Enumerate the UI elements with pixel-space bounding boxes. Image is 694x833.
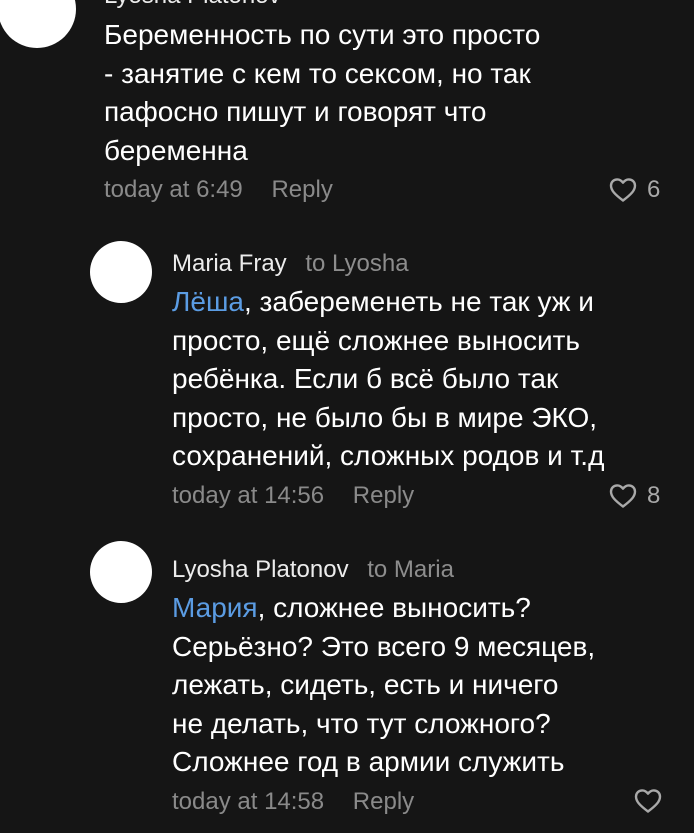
heart-outline-icon <box>609 483 637 509</box>
like-button[interactable]: 8 <box>609 482 660 510</box>
heart-outline-icon <box>634 788 662 814</box>
comment-text: Мария, сложнее выносить? Серьёзно? Это в… <box>172 589 595 782</box>
comment-author[interactable]: Lyosha Platonov <box>104 0 281 10</box>
comment-author[interactable]: Maria Fray <box>172 250 287 277</box>
comment-author[interactable]: Lyosha Platonov <box>172 556 349 583</box>
avatar[interactable] <box>0 0 76 48</box>
comment-text-line: Беременность по сути это просто <box>104 19 541 50</box>
comment-text-line: лежать, сидеть, есть и ничего <box>172 669 559 700</box>
mention-link[interactable]: Лёша <box>172 286 244 317</box>
avatar[interactable] <box>90 241 152 303</box>
reply-to-label[interactable]: to Maria <box>367 556 454 583</box>
comment-timestamp: today at 14:58 <box>172 788 325 815</box>
comment-text-line: просто, ещё сложнее выносить <box>172 324 581 356</box>
comment-header: Lyosha Platonov to Maria <box>172 556 454 584</box>
comment-text-line: беременна <box>104 134 248 166</box>
comment-text-line: Серьёзно? Это всего 9 месяцев, <box>172 630 596 662</box>
comment-text-segment: , забеременеть не так уж и <box>243 286 594 317</box>
reply-to-label[interactable]: to Lyosha <box>305 250 408 277</box>
like-count: 8 <box>647 482 661 509</box>
comment-text-line: просто, не было бы в мире ЭКО, <box>172 401 598 433</box>
reply-button[interactable]: Reply <box>353 788 414 815</box>
avatar[interactable] <box>90 541 152 603</box>
comment-meta: today at 14:58 Reply <box>172 788 414 816</box>
comment-text-line: Лёша, забеременеть не так уж и <box>172 283 604 322</box>
comment-meta: today at 14:56 Reply <box>172 482 414 510</box>
comment-text-line: Мария, сложнее выносить? <box>172 589 595 628</box>
comment-timestamp: today at 6:49 <box>104 176 243 203</box>
comment-text-line: - занятие с кем то сексом, но так <box>104 57 531 89</box>
comment-text: Беременность по сути это просто - заняти… <box>104 16 540 170</box>
reply-button[interactable]: Reply <box>353 482 414 509</box>
like-button[interactable] <box>634 788 672 814</box>
comment-text: Лёша, забеременеть не так уж и просто, е… <box>172 283 604 476</box>
comment-timestamp: today at 14:56 <box>172 482 325 509</box>
comment-meta: today at 6:49 Reply <box>104 176 333 204</box>
comment-text-line: пафосно пишут и говорят что <box>104 96 487 127</box>
comment-text-line: не делать, что тут сложного? <box>172 707 551 739</box>
reply-button[interactable]: Reply <box>271 176 332 203</box>
comment-text-line: Сложнее год в армии служить <box>172 746 565 777</box>
comment-text-line: ребёнка. Если б всё было так <box>172 363 559 394</box>
comment-header: Maria Fray to Lyosha <box>172 250 409 278</box>
heart-outline-icon <box>609 177 637 203</box>
comment-text-segment: , сложнее выносить? <box>257 592 531 623</box>
like-count: 6 <box>647 176 661 203</box>
like-button[interactable]: 6 <box>609 176 660 204</box>
mention-link[interactable]: Мария <box>172 592 258 623</box>
comment-text-line: сохранений, сложных родов и т.д <box>172 440 605 471</box>
